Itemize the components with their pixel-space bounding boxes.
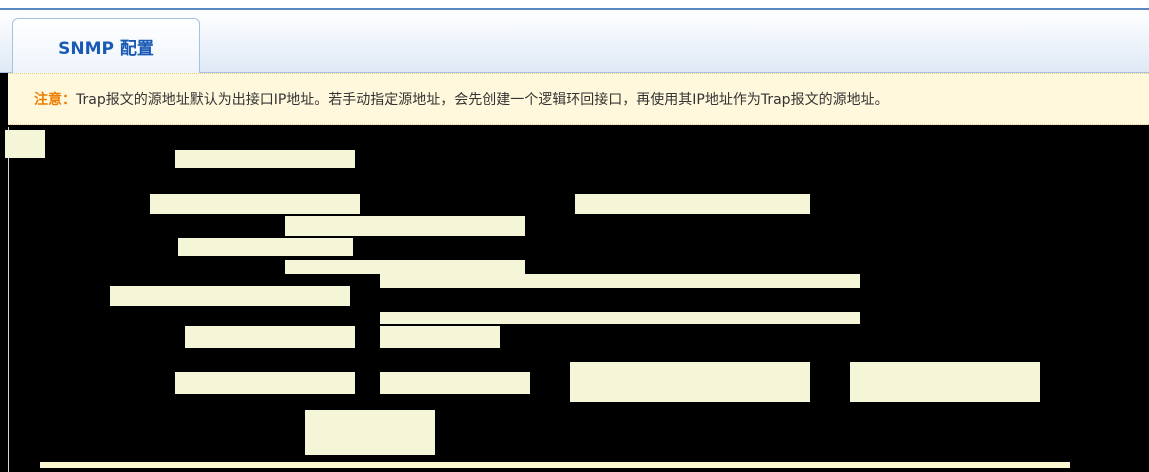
tab-snmp-config[interactable]: SNMP 配置 <box>12 18 200 74</box>
obscured-input <box>380 274 860 288</box>
left-divider <box>8 127 9 472</box>
obscured-button <box>305 410 435 455</box>
obscured-mark <box>5 130 45 158</box>
obscured-value <box>570 362 810 402</box>
tab-strip: SNMP 配置 <box>0 10 1149 74</box>
notice-label: 注意 <box>34 89 76 109</box>
obscured-label <box>110 286 350 306</box>
obscured-input <box>285 260 525 274</box>
obscured-label <box>178 238 353 256</box>
obscured-value <box>850 362 1040 402</box>
notice-banner: 注意 Trap报文的源地址默认为出接口IP地址。若手动指定源地址，会先创建一个逻… <box>8 73 1149 125</box>
obscured-value <box>380 372 530 394</box>
obscured-label <box>185 326 355 348</box>
obscured-input <box>380 312 860 324</box>
obscured-input <box>285 216 525 236</box>
notice-text: Trap报文的源地址默认为出接口IP地址。若手动指定源地址，会先创建一个逻辑环回… <box>76 92 889 108</box>
obscured-label <box>175 372 355 394</box>
obscured-label <box>150 194 360 214</box>
obscured-value <box>380 326 500 348</box>
obscured-label <box>175 150 355 168</box>
bottom-border <box>40 462 1070 468</box>
obscured-label <box>575 194 810 214</box>
top-border <box>0 0 1149 10</box>
